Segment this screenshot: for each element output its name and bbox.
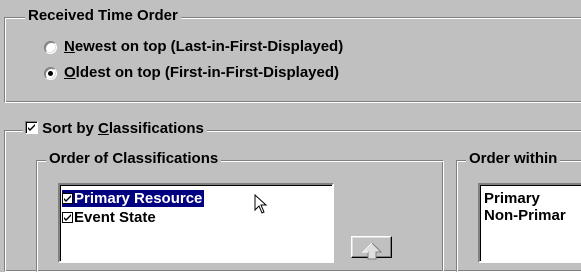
move-up-button[interactable] bbox=[351, 236, 392, 260]
order-within-title: Order within bbox=[466, 150, 561, 168]
received-time-order-group bbox=[4, 17, 581, 103]
mouse-pointer-icon bbox=[254, 194, 268, 214]
order-within-listbox[interactable]: Primary Non-Primar bbox=[478, 183, 581, 263]
sort-by-classifications-checkbox[interactable] bbox=[25, 121, 38, 134]
event-state-checkbox[interactable] bbox=[62, 212, 73, 223]
received-time-order-title: Received Time Order bbox=[25, 7, 181, 25]
newest-on-top-radio[interactable] bbox=[44, 41, 57, 54]
primary-resource-checkbox[interactable] bbox=[62, 193, 73, 204]
classifications-listbox[interactable]: Primary Resource Event State bbox=[58, 183, 334, 263]
oldest-on-top-label[interactable]: Oldest on top (First-in-First-Displayed) bbox=[64, 64, 339, 82]
order-of-classifications-title: Order of Classifications bbox=[46, 150, 222, 168]
list-item-label: Event State bbox=[74, 209, 156, 226]
list-item-primary[interactable]: Primary bbox=[484, 190, 540, 207]
sort-by-classifications-label[interactable]: Sort by Classifications bbox=[42, 120, 204, 137]
up-arrow-icon bbox=[361, 242, 383, 260]
checkmark-icon bbox=[28, 124, 35, 131]
sort-by-classifications-header: Sort by Classifications bbox=[23, 120, 207, 138]
checkmark-icon bbox=[64, 214, 71, 221]
newest-on-top-label[interactable]: Newest on top (Last-in-First-Displayed) bbox=[64, 38, 343, 56]
list-item-primary-resource[interactable]: Primary Resource bbox=[62, 190, 205, 207]
list-item-event-state[interactable]: Event State bbox=[62, 209, 156, 226]
list-item-label: Primary Resource bbox=[74, 190, 203, 207]
oldest-on-top-radio[interactable] bbox=[44, 67, 57, 80]
checkmark-icon bbox=[64, 195, 71, 202]
list-item-non-primary[interactable]: Non-Primar bbox=[484, 207, 566, 224]
